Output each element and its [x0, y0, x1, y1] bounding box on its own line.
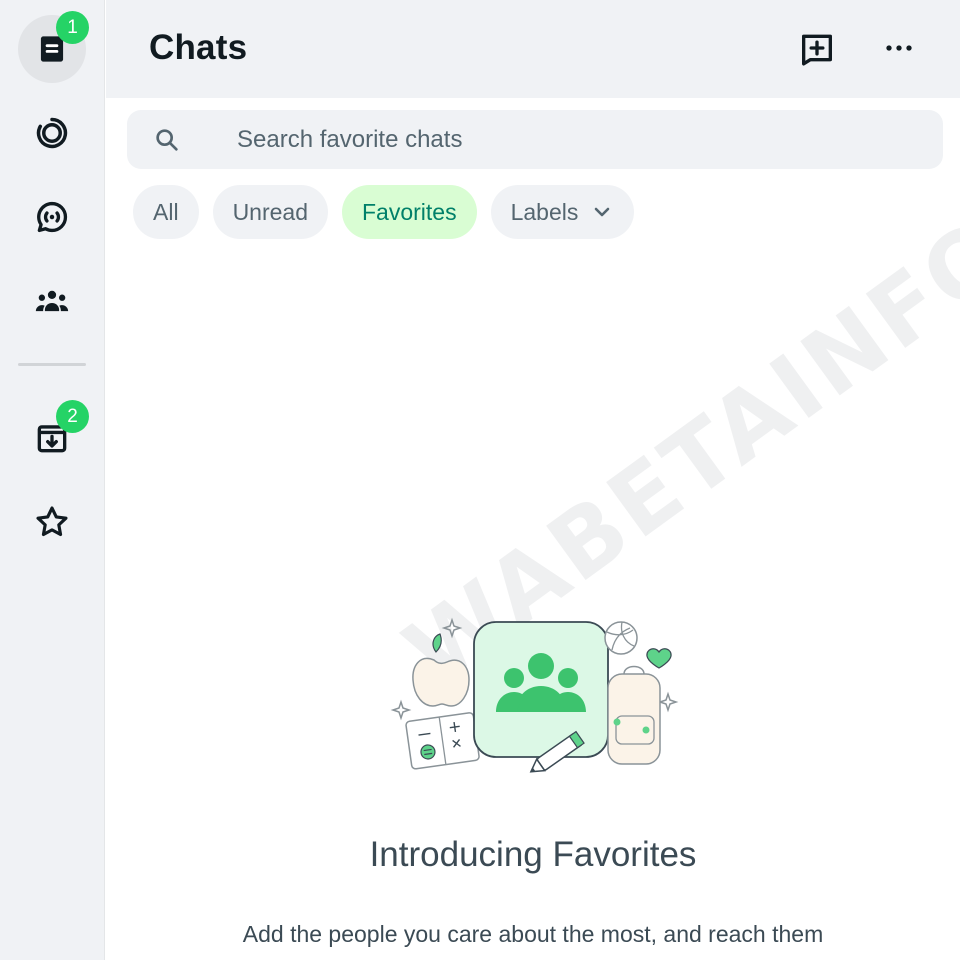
page-title: Chats: [149, 28, 248, 67]
filter-chip-all[interactable]: All: [133, 185, 199, 239]
rail-starred-button[interactable]: [18, 488, 86, 556]
status-ring-icon: [36, 117, 68, 149]
filter-chip-label: Unread: [232, 198, 308, 225]
menu-button[interactable]: [877, 26, 921, 70]
filter-chip-labels[interactable]: Labels: [490, 185, 635, 239]
search-icon: [156, 129, 178, 151]
search-input[interactable]: [237, 110, 927, 169]
new-chat-icon: [802, 34, 832, 66]
more-menu-icon: [886, 45, 912, 51]
rail-channels-button[interactable]: [18, 183, 86, 251]
rail-chats-button[interactable]: 1: [18, 11, 89, 83]
channels-icon: [37, 201, 68, 233]
filter-chip-label: All: [153, 198, 179, 225]
filter-chip-label: Favorites: [362, 198, 457, 225]
filter-chips: All Unread Favorites Labels: [133, 185, 635, 239]
filter-chip-favorites[interactable]: Favorites: [342, 185, 477, 239]
filter-chip-unread[interactable]: Unread: [212, 185, 328, 239]
rail-status-button[interactable]: [18, 99, 86, 167]
chats-header: Chats: [106, 0, 960, 98]
archived-count-badge: 2: [56, 400, 89, 433]
rail-communities-button[interactable]: [18, 268, 86, 336]
rail-archived-button[interactable]: 2: [18, 400, 89, 472]
new-chat-button[interactable]: [795, 26, 839, 70]
star-icon: [36, 506, 68, 537]
communities-icon: [35, 290, 69, 312]
empty-state-title: Introducing Favorites: [369, 835, 697, 874]
filter-chip-label: Labels: [510, 198, 579, 225]
favorites-illustration: [390, 617, 679, 773]
chevron-down-icon: [595, 207, 610, 217]
search-bar: [127, 110, 943, 169]
left-rail: 1 2: [0, 0, 105, 960]
chats-panel: Chats All Unread Fa: [106, 0, 960, 960]
chats-unread-badge: 1: [56, 11, 89, 44]
rail-divider: [18, 363, 86, 366]
empty-state-description: Add the people you care about the most, …: [242, 921, 824, 947]
